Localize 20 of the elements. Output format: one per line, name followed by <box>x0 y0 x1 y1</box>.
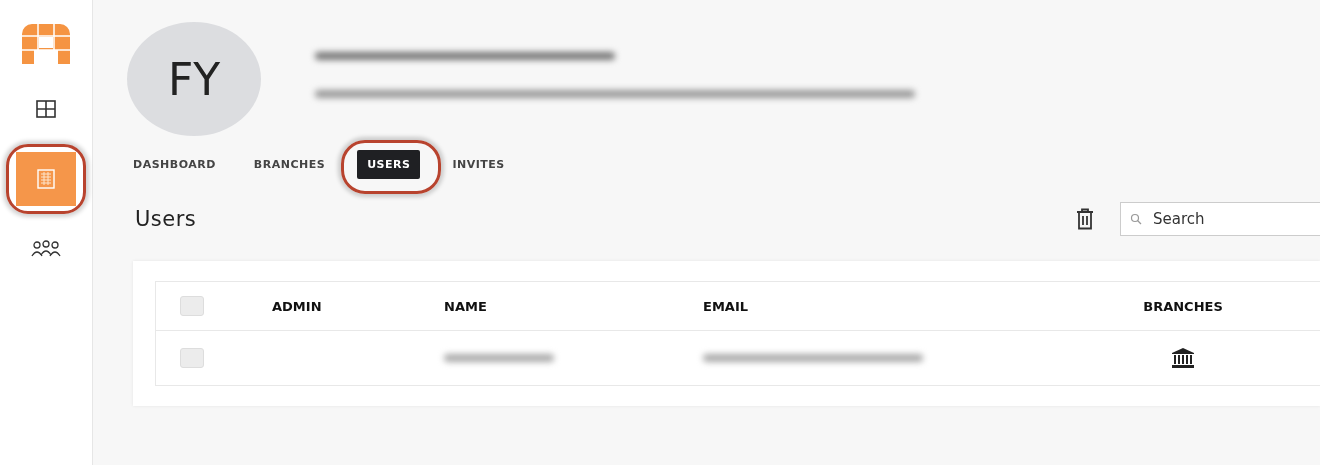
tab[interactable]: BRANCHES <box>247 150 332 179</box>
logo-icon <box>22 24 70 64</box>
column-header: EMAIL <box>703 298 748 314</box>
bank-icon[interactable] <box>1172 348 1194 368</box>
search-icon <box>1130 213 1142 225</box>
grid-icon <box>36 100 56 118</box>
trash-icon[interactable] <box>1076 208 1094 230</box>
checkbox[interactable] <box>180 296 204 316</box>
column-header: NAME <box>444 298 487 314</box>
column-header: BRANCHES <box>1143 298 1223 314</box>
checkbox[interactable] <box>180 348 204 368</box>
people-icon <box>31 240 61 258</box>
tab[interactable]: USERS <box>357 150 421 179</box>
tab[interactable]: DASHBOARD <box>127 150 222 179</box>
page-title: Users <box>135 207 198 231</box>
avatar: FY <box>127 22 261 136</box>
search-field[interactable]: Search <box>1120 202 1320 236</box>
column-header: ADMIN <box>272 298 322 314</box>
tab[interactable]: INVITES <box>446 150 511 179</box>
building-icon <box>35 168 57 190</box>
